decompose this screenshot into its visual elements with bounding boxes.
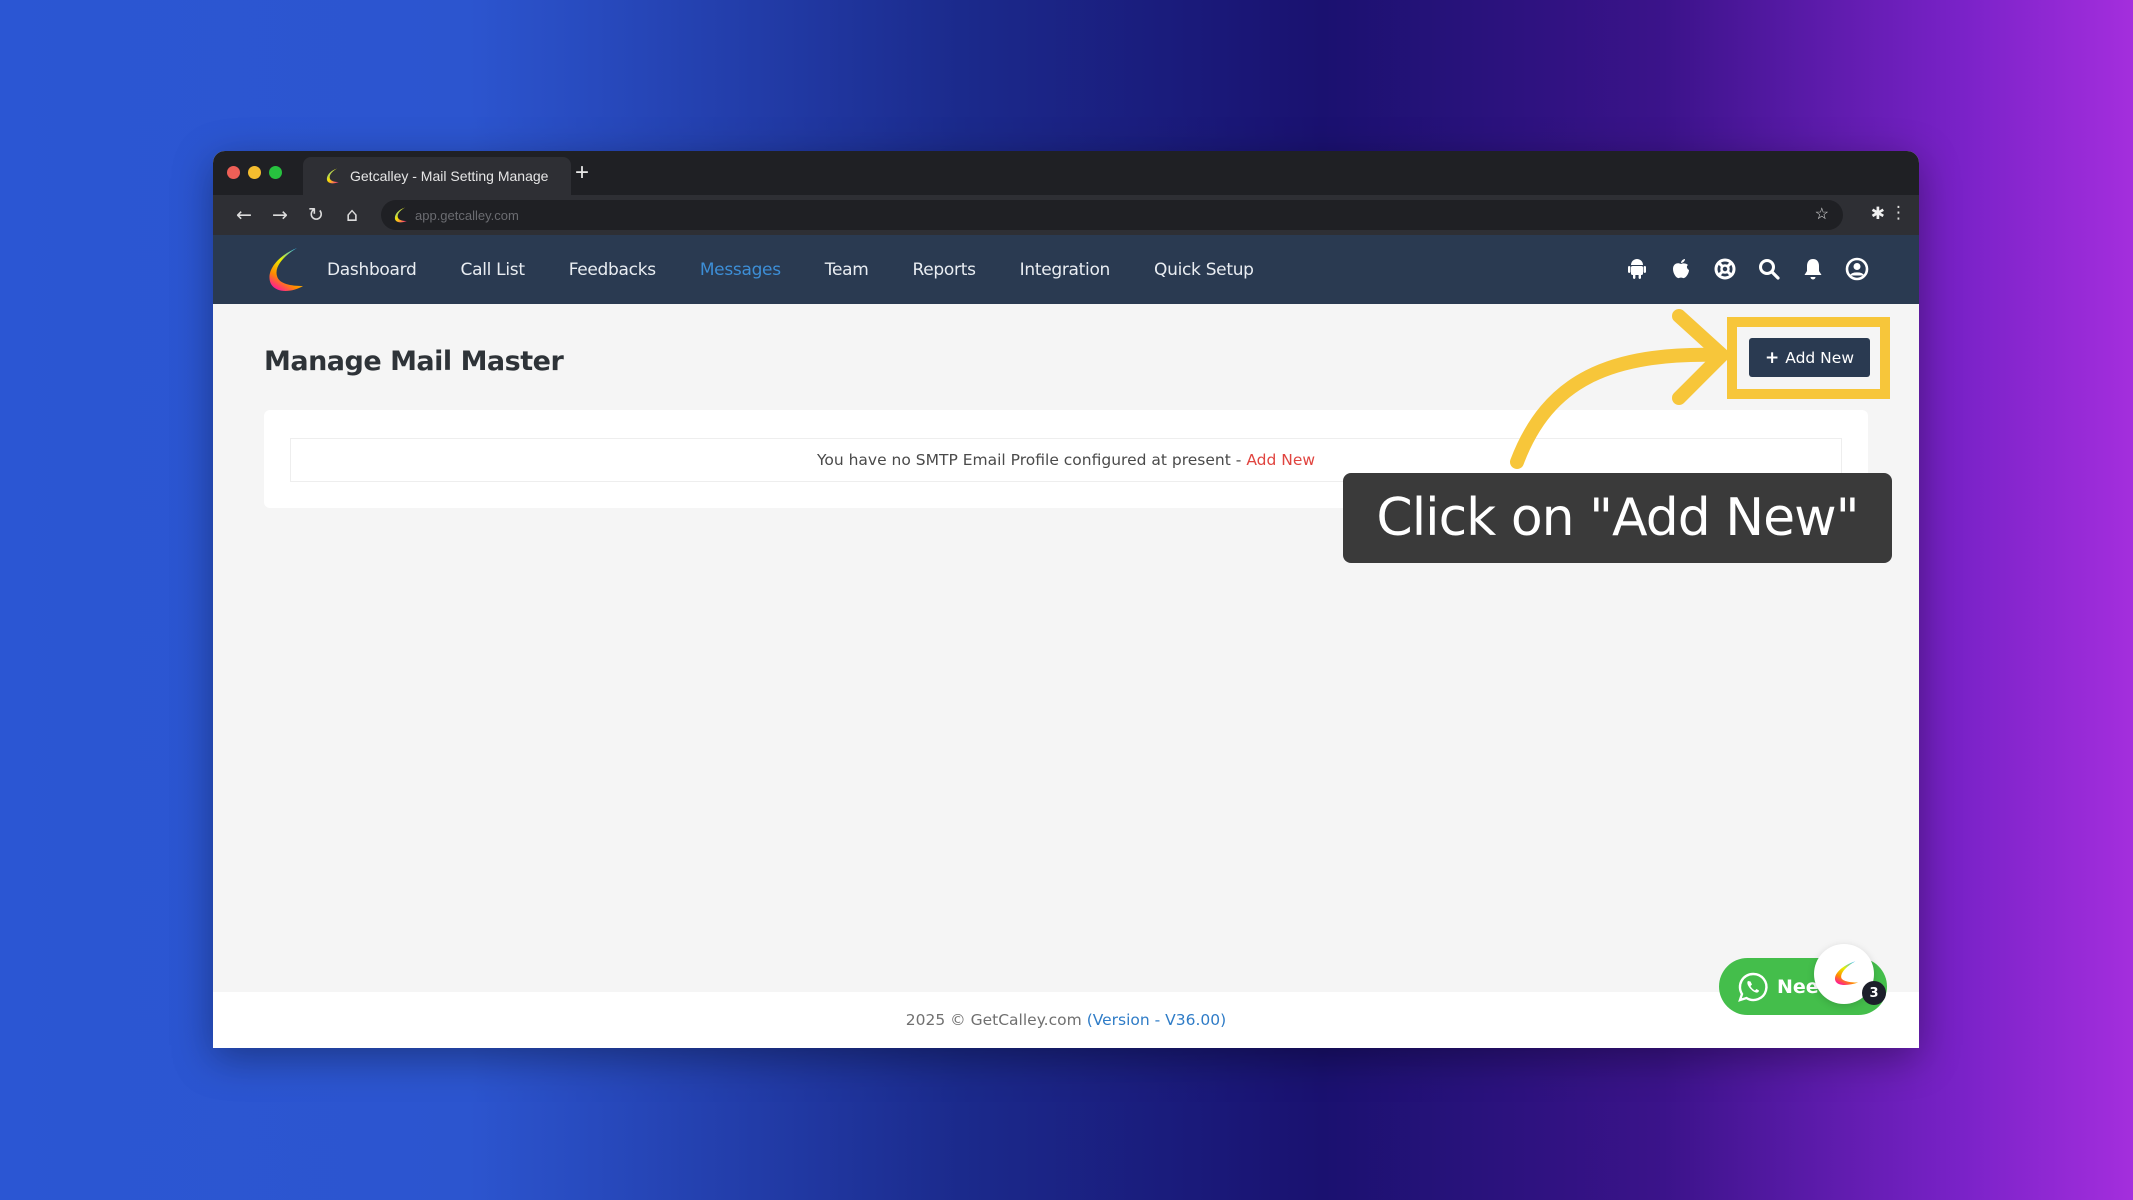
add-new-link[interactable]: Add New — [1246, 451, 1315, 469]
android-icon[interactable] — [1625, 257, 1649, 281]
kebab-menu-icon[interactable]: ⋮ — [1890, 203, 1907, 223]
add-new-label: Add New — [1785, 348, 1854, 367]
minimize-window-button[interactable] — [248, 166, 261, 179]
favicon-icon — [326, 168, 339, 184]
nav-quick-setup[interactable]: Quick Setup — [1154, 260, 1254, 280]
calley-chat-icon — [1835, 961, 1859, 985]
window-controls — [227, 166, 282, 179]
copyright-text: 2025 © GetCalley.com — [905, 1011, 1082, 1029]
search-icon[interactable] — [1757, 257, 1781, 281]
apple-icon[interactable] — [1669, 257, 1693, 281]
add-new-button[interactable]: + Add New — [1749, 338, 1870, 377]
bell-icon[interactable] — [1801, 257, 1825, 281]
app-navbar: Dashboard Call List Feedbacks Messages T… — [213, 235, 1919, 304]
version-link[interactable]: (Version - V36.00) — [1087, 1011, 1227, 1029]
bookmark-star-icon[interactable]: ☆ — [1815, 204, 1829, 224]
tab-title: Getcalley - Mail Setting Manage — [350, 168, 549, 184]
chat-notification-badge: 3 — [1862, 981, 1886, 1005]
url-bar[interactable]: app.getcalley.com ☆ — [381, 200, 1843, 230]
main-menu: Dashboard Call List Feedbacks Messages T… — [327, 260, 1298, 280]
new-tab-button[interactable]: + — [575, 158, 589, 188]
nav-feedbacks[interactable]: Feedbacks — [569, 260, 656, 280]
nav-integration[interactable]: Integration — [1020, 260, 1111, 280]
forward-arrow-icon[interactable]: → — [271, 204, 289, 226]
nav-messages[interactable]: Messages — [700, 260, 781, 280]
close-window-button[interactable] — [227, 166, 240, 179]
user-circle-icon[interactable] — [1845, 257, 1869, 281]
page-footer: 2025 © GetCalley.com (Version - V36.00) — [213, 992, 1919, 1048]
reload-icon[interactable]: ↻ — [307, 204, 325, 226]
url-text: app.getcalley.com — [415, 207, 519, 223]
extensions-puzzle-icon[interactable]: ✱ — [1871, 204, 1885, 224]
nav-call-list[interactable]: Call List — [461, 260, 525, 280]
address-toolbar: ← → ↻ ⌂ app.getcalley.com ☆ ✱ ⋮ — [213, 195, 1919, 235]
plus-icon: + — [1765, 347, 1780, 368]
browser-tab-active[interactable]: Getcalley - Mail Setting Manage — [303, 157, 571, 195]
back-arrow-icon[interactable]: ← — [235, 204, 253, 226]
main-content: Manage Mail Master + Add New You have no… — [213, 304, 1919, 992]
whatsapp-icon — [1738, 972, 1768, 1002]
nav-team[interactable]: Team — [825, 260, 869, 280]
annotation-callout: Click on "Add New" — [1343, 473, 1892, 563]
empty-state-message: You have no SMTP Email Profile configure… — [816, 451, 1242, 469]
browser-window: Getcalley - Mail Setting Manage + ← → ↻ … — [213, 151, 1919, 1048]
tab-bar: Getcalley - Mail Setting Manage + — [213, 151, 1919, 195]
home-icon[interactable]: ⌂ — [343, 204, 361, 226]
site-favicon-icon — [394, 207, 407, 223]
nav-dashboard[interactable]: Dashboard — [327, 260, 417, 280]
maximize-window-button[interactable] — [269, 166, 282, 179]
nav-reports[interactable]: Reports — [913, 260, 976, 280]
getcalley-logo[interactable] — [261, 246, 309, 294]
page-title: Manage Mail Master — [264, 346, 564, 377]
support-lifering-icon[interactable] — [1713, 257, 1737, 281]
